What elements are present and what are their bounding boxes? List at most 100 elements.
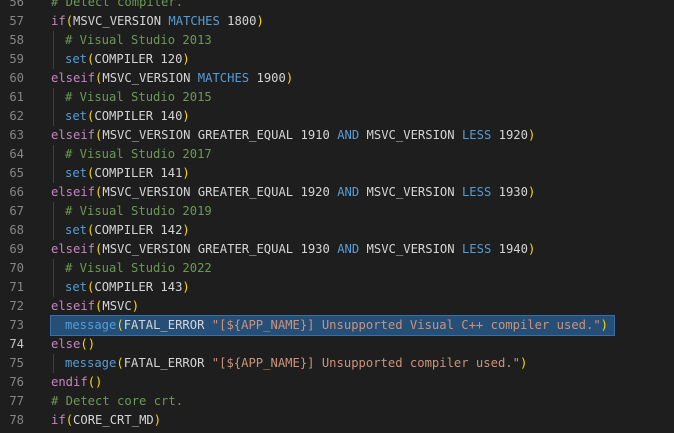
code-text[interactable]: # Visual Studio 2017: [51, 145, 212, 164]
code-text[interactable]: elseif(MSVC_VERSION MATCHES 1900): [51, 69, 293, 88]
code-token: ): [182, 166, 190, 180]
code-token: else: [51, 337, 81, 351]
code-text[interactable]: elseif(MSVC_VERSION GREATER_EQUAL 1910 A…: [51, 126, 535, 145]
code-line[interactable]: 78 if(CORE_CRT_MD): [0, 411, 674, 430]
code-line[interactable]: 71 set(COMPILER 143): [0, 278, 674, 297]
code-token: if: [51, 14, 66, 28]
code-line[interactable]: 59 set(COMPILER 120): [0, 50, 674, 69]
code-token: ): [527, 242, 536, 256]
line-number: 62: [9, 109, 24, 123]
code-token: (: [116, 356, 124, 370]
code-text[interactable]: if(CORE_CRT_MD): [51, 411, 161, 430]
code-line[interactable]: 72 elseif(MSVC): [0, 297, 674, 316]
code-line[interactable]: 70 # Visual Studio 2022: [0, 259, 674, 278]
code-token: COMPILER 142: [94, 223, 183, 237]
code-text[interactable]: elseif(MSVC_VERSION GREATER_EQUAL 1930 A…: [51, 240, 535, 259]
code-token: message: [65, 318, 117, 332]
code-line[interactable]: 68 set(COMPILER 142): [0, 221, 674, 240]
line-number: 66: [9, 185, 24, 199]
code-token: AND: [337, 242, 360, 256]
line-number: 74: [9, 337, 24, 351]
code-line[interactable]: 62 set(COMPILER 140): [0, 107, 674, 126]
line-number: 63: [9, 128, 24, 142]
code-line[interactable]: 74 else(): [0, 335, 674, 354]
code-token: MSVC_VERSION: [359, 242, 462, 256]
code-text[interactable]: elseif(MSVC_VERSION GREATER_EQUAL 1920 A…: [51, 183, 535, 202]
code-token: ): [256, 14, 264, 28]
code-token: message: [65, 356, 117, 370]
code-token: 1900: [249, 71, 286, 85]
code-line[interactable]: 58 # Visual Studio 2013: [0, 31, 674, 50]
line-number: 77: [9, 394, 24, 408]
code-token: LESS: [461, 128, 492, 142]
line-number: 69: [9, 242, 24, 256]
code-line[interactable]: 73 message(FATAL_ERROR "[${APP_NAME}] Uns…: [0, 315, 674, 336]
code-text[interactable]: set(COMPILER 143): [51, 278, 190, 297]
code-line[interactable]: 56 # Detect compiler.: [0, 0, 674, 12]
code-text[interactable]: # Detect core crt.: [51, 392, 183, 411]
code-token: set: [65, 52, 88, 66]
code-token: ): [519, 356, 528, 370]
code-token: COMPILER 120: [94, 52, 183, 66]
code-line[interactable]: 57 if(MSVC_VERSION MATCHES 1800): [0, 12, 674, 31]
code-token: elseif: [51, 71, 96, 85]
code-token: # Detect core crt.: [51, 394, 184, 408]
code-text[interactable]: # Visual Studio 2022: [51, 259, 212, 278]
code-token: # Visual Studio 2015: [65, 90, 212, 104]
code-text[interactable]: # Visual Studio 2013: [51, 31, 212, 50]
code-text[interactable]: set(COMPILER 142): [51, 221, 190, 240]
line-number: 61: [9, 90, 24, 104]
code-line[interactable]: 60 elseif(MSVC_VERSION MATCHES 1900): [0, 69, 674, 88]
code-token: FATAL_ERROR: [123, 318, 212, 332]
code-token: 1800: [219, 14, 257, 28]
code-line[interactable]: 75 message(FATAL_ERROR "[${APP_NAME}] Uns…: [0, 354, 674, 373]
code-token: "[${APP_NAME}] Unsupported Visual C++ co…: [211, 318, 601, 332]
code-token: ): [527, 128, 536, 142]
code-line[interactable]: 77 # Detect core crt.: [0, 392, 674, 411]
code-editor[interactable]: 56 # Detect compiler. 57 if(MSVC_VERSION MA…: [0, 0, 674, 433]
code-token: # Visual Studio 2013: [65, 33, 212, 47]
code-text[interactable]: set(COMPILER 140): [51, 107, 190, 126]
code-line[interactable]: 69 elseif(MSVC_VERSION GREATER_EQUAL 1930…: [0, 240, 674, 259]
line-number: 73: [9, 318, 24, 332]
code-token: endif: [51, 375, 88, 389]
code-line[interactable]: 61 # Visual Studio 2015: [0, 88, 674, 107]
line-number: 64: [9, 147, 24, 161]
code-text[interactable]: elseif(MSVC): [51, 297, 139, 316]
code-text[interactable]: if(MSVC_VERSION MATCHES 1800): [51, 12, 264, 31]
code-text[interactable]: message(FATAL_ERROR "[${APP_NAME}] Unsup…: [51, 354, 527, 373]
line-number: 67: [9, 204, 24, 218]
code-line[interactable]: 65 set(COMPILER 141): [0, 164, 674, 183]
selected-code-text[interactable]: message(FATAL_ERROR "[${APP_NAME}] Unsup…: [49, 315, 616, 336]
code-token: # Visual Studio 2019: [65, 204, 212, 218]
code-token: ): [131, 299, 140, 313]
code-token: elseif: [51, 242, 96, 256]
code-line[interactable]: 63 elseif(MSVC_VERSION GREATER_EQUAL 1910…: [0, 126, 674, 145]
code-line[interactable]: 67 # Visual Studio 2019: [0, 202, 674, 221]
code-line[interactable]: 66 elseif(MSVC_VERSION GREATER_EQUAL 1920…: [0, 183, 674, 202]
code-token: COMPILER 141: [94, 166, 183, 180]
code-text[interactable]: # Visual Studio 2015: [51, 88, 212, 107]
code-text[interactable]: endif(): [51, 373, 102, 392]
line-number: 60: [9, 71, 24, 85]
code-text[interactable]: else(): [51, 335, 95, 354]
code-token: ): [182, 223, 190, 237]
code-token: FATAL_ERROR: [123, 356, 212, 370]
code-line[interactable]: 64 # Visual Studio 2017: [0, 145, 674, 164]
code-text[interactable]: # Visual Studio 2019: [51, 202, 212, 221]
code-text[interactable]: # Detect compiler.: [51, 0, 183, 12]
code-token: MSVC_VERSION: [359, 185, 462, 199]
code-token: LESS: [461, 185, 492, 199]
code-token: AND: [337, 128, 360, 142]
code-text[interactable]: set(COMPILER 141): [51, 164, 190, 183]
code-token: # Visual Studio 2022: [65, 261, 212, 275]
code-token: COMPILER 143: [94, 280, 183, 294]
code-token: (: [65, 14, 74, 28]
code-lines: 56 # Detect compiler. 57 if(MSVC_VERSION MA…: [0, 0, 674, 430]
line-number: 70: [9, 261, 24, 275]
line-number: 58: [9, 33, 24, 47]
code-line[interactable]: 76 endif(): [0, 373, 674, 392]
code-token: ): [182, 109, 190, 123]
code-text[interactable]: set(COMPILER 120): [51, 50, 190, 69]
code-token: # Visual Studio 2017: [65, 147, 212, 161]
